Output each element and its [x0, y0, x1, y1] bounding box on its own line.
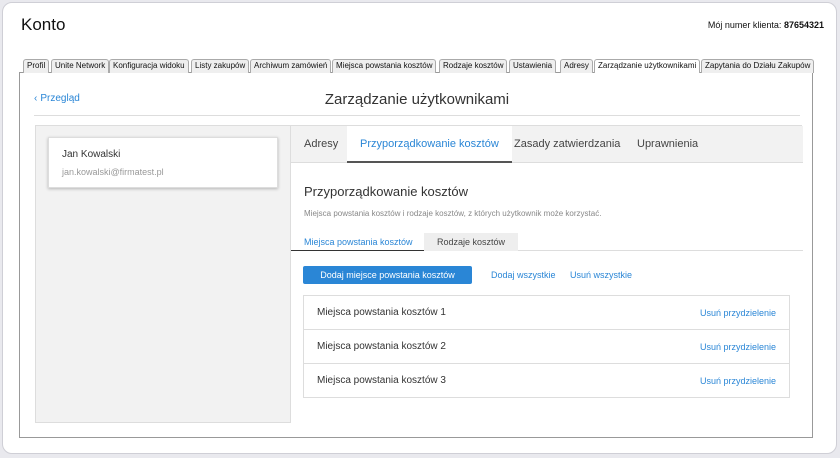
add-all-link[interactable]: Dodaj wszystkie: [491, 266, 556, 284]
tab-miejsca-powstania-kosztow[interactable]: Miejsca powstania kosztów: [332, 59, 437, 73]
tab-unite-network[interactable]: Unite Network: [51, 59, 110, 73]
client-number-label: Mój numer klienta:: [707, 20, 782, 30]
user-detail-pane: Adresy Przyporządkowanie kosztów Zasady …: [290, 126, 803, 423]
tab-przyporzadkowanie-kosztow[interactable]: Przyporządkowanie kosztów: [347, 126, 512, 163]
tab-ustawienia[interactable]: Ustawienia: [509, 59, 557, 73]
list-item: Miejsca powstania kosztów 2 Usuń przydzi…: [304, 330, 789, 364]
tab-zarzadzanie-uzytkownikami[interactable]: Zarządzanie użytkownikami: [594, 59, 701, 74]
assignment-label: Miejsca powstania kosztów 1: [317, 307, 446, 318]
account-tab-bar: Profil Unite Network Konfiguracja widoku…: [19, 59, 815, 74]
assignment-label: Miejsca powstania kosztów 2: [317, 341, 446, 352]
tab-konfiguracja-widoku[interactable]: Konfiguracja widoku: [109, 59, 189, 73]
tab-uprawnienia[interactable]: Uprawnienia: [637, 126, 698, 163]
tab-zapytania-do-dzialu-zakupow[interactable]: Zapytania do Działu Zakupów: [701, 59, 815, 73]
account-title: Konto: [21, 15, 66, 34]
page-title: Zarządzanie użytkownikami: [324, 91, 510, 108]
tab-adresy[interactable]: Adresy: [560, 59, 593, 73]
tab-rodzaje-kosztow[interactable]: Rodzaje kosztów: [439, 59, 508, 73]
list-item: Miejsca powstania kosztów 3 Usuń przydzi…: [304, 364, 789, 398]
tab-adresy-detail[interactable]: Adresy: [304, 126, 338, 163]
user-detail-area: Jan Kowalski jan.kowalski@firmatest.pl A…: [35, 125, 803, 423]
tab-listy-zakupow[interactable]: Listy zakupów: [191, 59, 250, 73]
remove-assignment-link[interactable]: Usuń przydzielenie: [700, 330, 776, 364]
client-number: Mój numer klienta: 87654321: [708, 20, 824, 30]
assignment-label: Miejsca powstania kosztów 3: [317, 375, 446, 386]
client-number-value: 87654321: [783, 20, 824, 30]
section-description: Miejsca powstania kosztów i rodzaje kosz…: [304, 209, 602, 218]
user-card[interactable]: Jan Kowalski jan.kowalski@firmatest.pl: [48, 137, 278, 188]
add-cost-center-button[interactable]: Dodaj miejsce powstania kosztów: [303, 266, 472, 284]
remove-assignment-link[interactable]: Usuń przydzielenie: [700, 296, 776, 330]
detail-tab-bar: Adresy Przyporządkowanie kosztów Zasady …: [291, 126, 803, 163]
remove-assignment-link[interactable]: Usuń przydzielenie: [700, 364, 776, 398]
remove-all-link[interactable]: Usuń wszystkie: [570, 266, 632, 284]
sub-tab-bar: Miejsca powstania kosztów Rodzaje kosztó…: [291, 233, 803, 251]
user-email: jan.kowalski@firmatest.pl: [62, 167, 164, 177]
assignment-list: Miejsca powstania kosztów 1 Usuń przydzi…: [303, 295, 790, 398]
tab-zasady-zatwierdzania[interactable]: Zasady zatwierdzania: [514, 126, 620, 163]
list-item: Miejsca powstania kosztów 1 Usuń przydzi…: [304, 296, 789, 330]
user-management-panel: ‹ Przegląd Zarządzanie użytkownikami Jan …: [19, 73, 813, 438]
subtab-rodzaje-kosztow[interactable]: Rodzaje kosztów: [424, 233, 519, 251]
section-title: Przyporządkowanie kosztów: [304, 184, 469, 199]
user-name: Jan Kowalski: [62, 149, 121, 160]
title-divider: [34, 115, 800, 116]
app-window: Konto Mój numer klienta: 87654321 Profil…: [2, 2, 837, 454]
subtab-miejsca-powstania-kosztow[interactable]: Miejsca powstania kosztów: [291, 233, 426, 251]
tab-archiwum-zamowien[interactable]: Archiwum zamówień: [250, 59, 332, 73]
tab-profil[interactable]: Profil: [23, 59, 50, 73]
